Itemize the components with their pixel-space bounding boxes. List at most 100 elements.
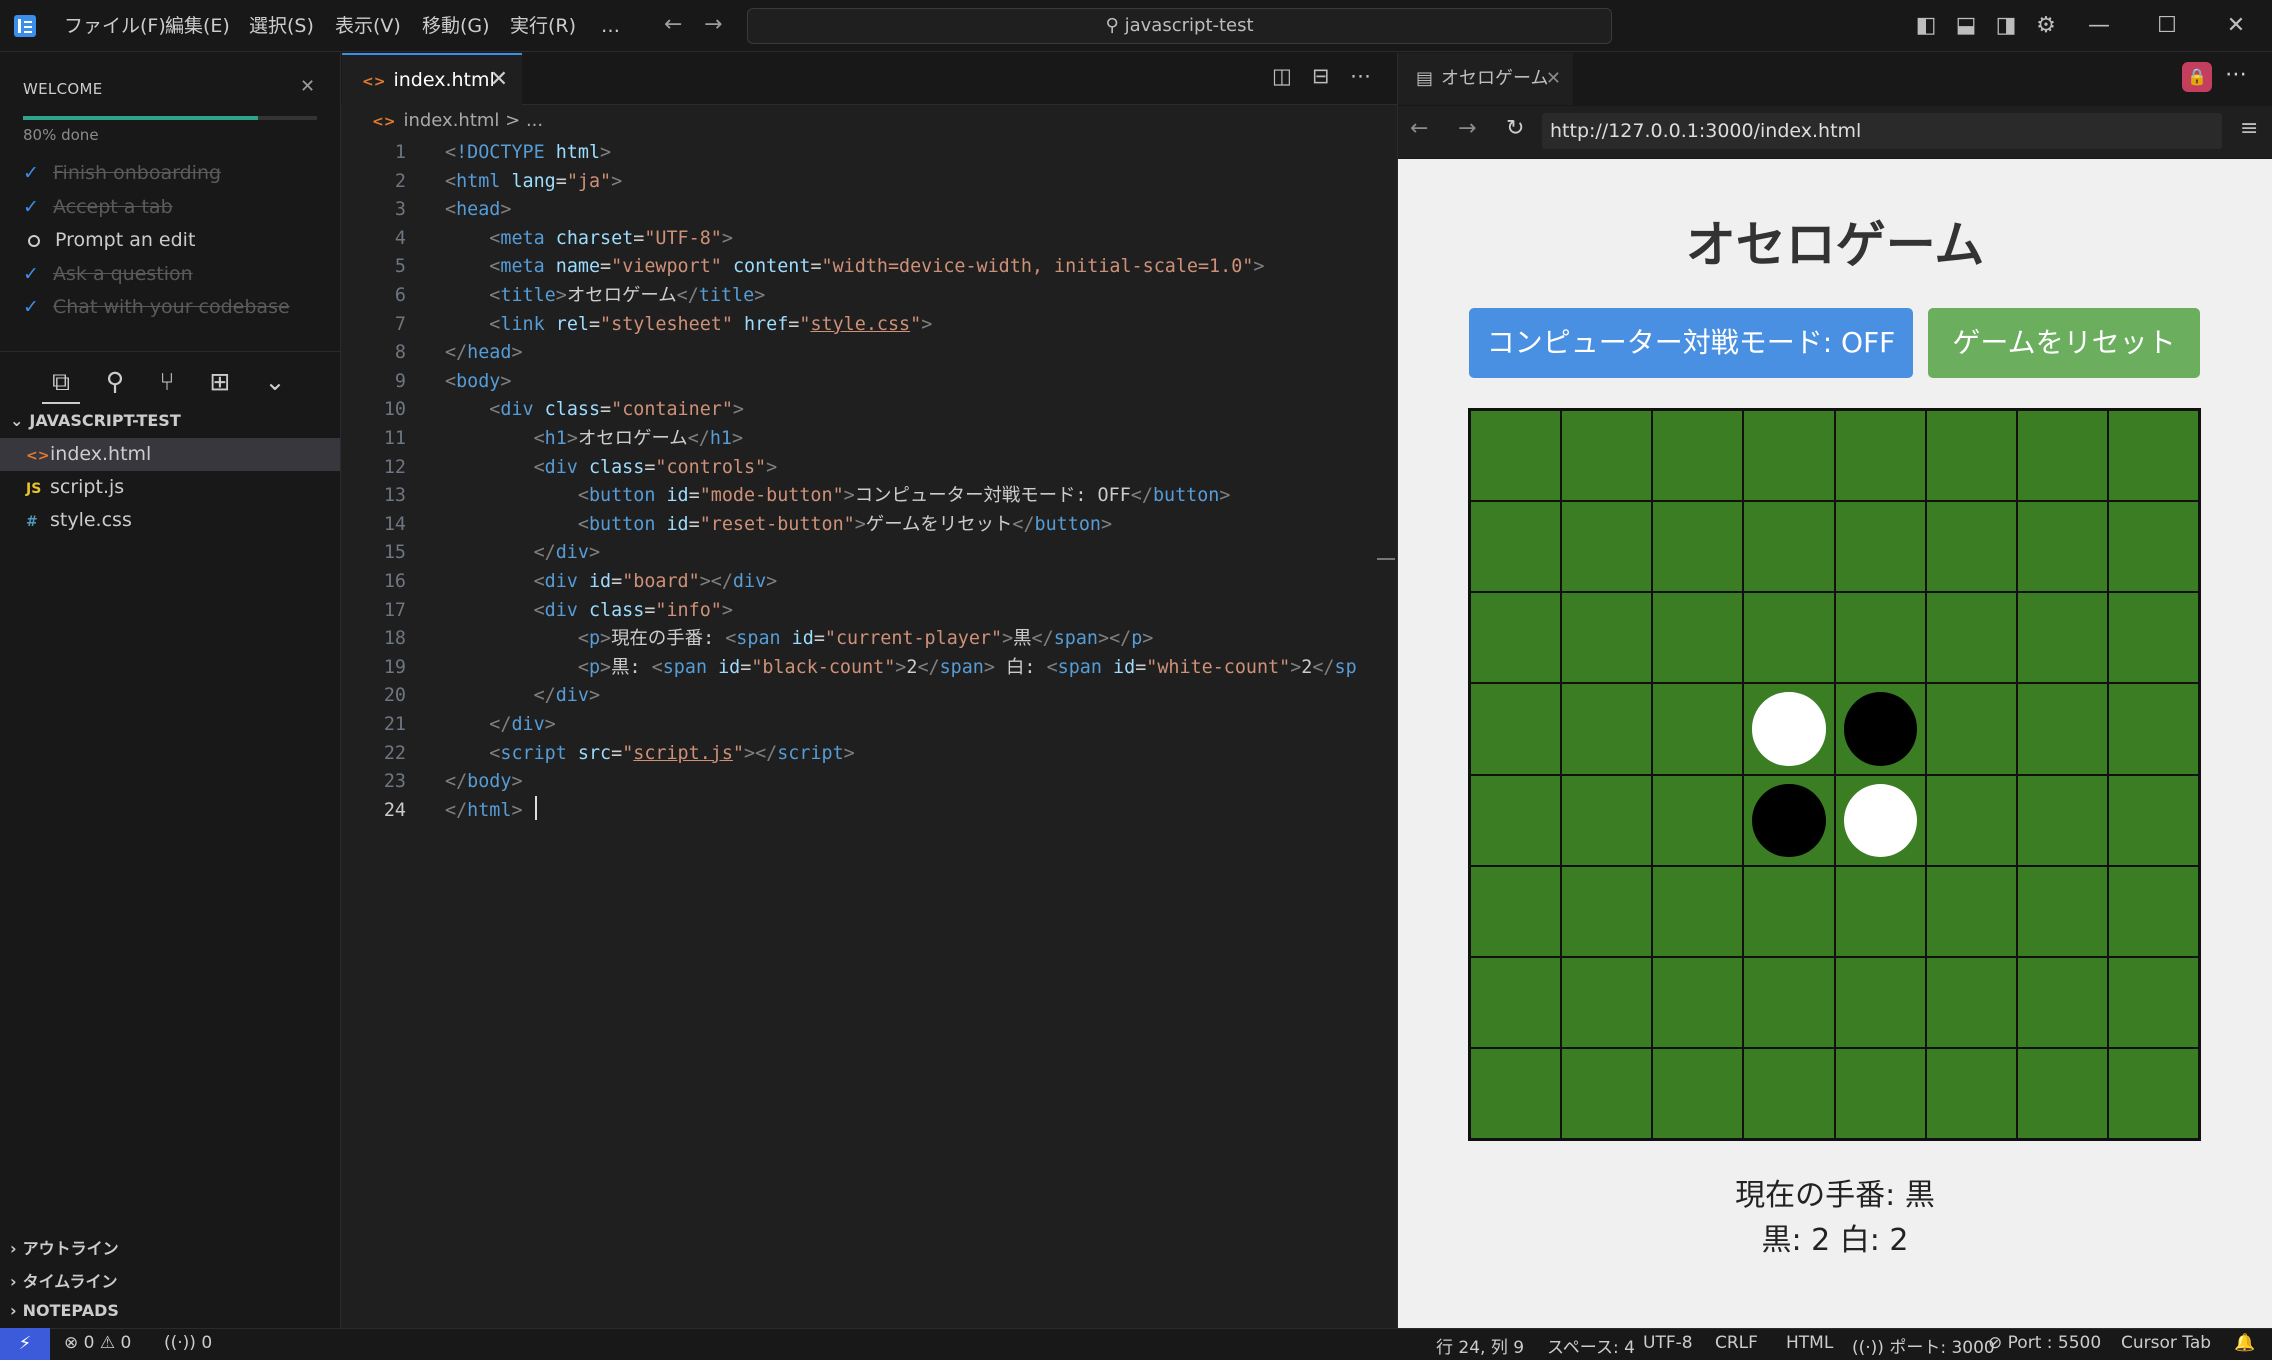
nav-back-icon[interactable]: ← bbox=[664, 12, 682, 37]
board-cell[interactable] bbox=[1652, 683, 1744, 775]
nav-forward-icon[interactable]: → bbox=[704, 12, 722, 37]
chevron-down-icon[interactable]: ⌄ bbox=[257, 364, 293, 400]
board-cell[interactable] bbox=[1925, 1047, 2017, 1139]
board-cell[interactable] bbox=[1470, 774, 1562, 866]
board-cell[interactable] bbox=[1561, 774, 1653, 866]
board-cell[interactable] bbox=[2107, 501, 2199, 593]
outline-panel-header[interactable]: › アウトライン bbox=[10, 1235, 119, 1259]
code-editor[interactable]: 1 <!DOCTYPE html> 2 <html lang="ja"> 3 <hea… bbox=[341, 139, 1397, 821]
menu-file[interactable]: ファイル(F) bbox=[64, 12, 166, 40]
file-style-css[interactable]: # style.css bbox=[0, 504, 340, 537]
board-cell[interactable] bbox=[1743, 956, 1835, 1048]
welcome-close-icon[interactable]: ✕ bbox=[300, 76, 315, 97]
remote-indicator-icon[interactable]: ⚡ bbox=[0, 1328, 50, 1360]
board-cell[interactable] bbox=[1470, 501, 1562, 593]
board-cell[interactable] bbox=[1561, 410, 1653, 502]
close-window-icon[interactable]: ✕ bbox=[2222, 12, 2250, 40]
board-cell[interactable] bbox=[1834, 683, 1926, 775]
board-cell[interactable] bbox=[1652, 501, 1744, 593]
menu-run[interactable]: 実行(R) bbox=[510, 12, 576, 40]
explorer-folder-header[interactable]: ⌄ JAVASCRIPT-TEST bbox=[10, 411, 181, 430]
board-cell[interactable] bbox=[1834, 956, 1926, 1048]
board-cell[interactable] bbox=[1561, 683, 1653, 775]
live-server-port[interactable]: ⊘ Port : 5500 bbox=[1988, 1333, 2101, 1353]
board-cell[interactable] bbox=[1652, 956, 1744, 1048]
open-preview-icon[interactable]: ◫ bbox=[1272, 64, 1292, 88]
board-cell[interactable] bbox=[1925, 501, 2017, 593]
board-cell[interactable] bbox=[1743, 1047, 1835, 1139]
board-cell[interactable] bbox=[1652, 410, 1744, 502]
board-cell[interactable] bbox=[1561, 1047, 1653, 1139]
board-cell[interactable] bbox=[1561, 956, 1653, 1048]
board-cell[interactable] bbox=[1652, 774, 1744, 866]
lock-icon[interactable]: 🔒 bbox=[2182, 62, 2212, 92]
board-cell[interactable] bbox=[2016, 410, 2108, 502]
board-cell[interactable] bbox=[1925, 956, 2017, 1048]
board-cell[interactable] bbox=[1834, 501, 1926, 593]
board-cell[interactable] bbox=[1925, 865, 2017, 957]
board-cell[interactable] bbox=[1743, 410, 1835, 502]
board-cell[interactable] bbox=[1743, 501, 1835, 593]
close-tab-icon[interactable]: ✕ bbox=[1546, 53, 1561, 105]
board-cell[interactable] bbox=[1561, 592, 1653, 684]
board-cell[interactable] bbox=[2107, 865, 2199, 957]
menu-go[interactable]: 移動(G) bbox=[422, 12, 490, 40]
board-cell[interactable] bbox=[1470, 1047, 1562, 1139]
timeline-panel-header[interactable]: › タイムライン bbox=[10, 1268, 117, 1292]
explorer-files-icon[interactable]: ⧉ bbox=[43, 364, 79, 400]
file-script-js[interactable]: JS script.js bbox=[0, 471, 340, 504]
more-actions-icon[interactable]: ⋯ bbox=[2225, 62, 2247, 87]
board-cell[interactable] bbox=[2016, 683, 2108, 775]
welcome-step[interactable]: ✓ Accept a tab bbox=[23, 192, 173, 222]
settings-gear-icon[interactable]: ⚙ bbox=[2032, 12, 2060, 40]
browser-forward-icon[interactable]: → bbox=[1458, 116, 1476, 141]
board-cell[interactable] bbox=[1652, 1047, 1744, 1139]
extensions-icon[interactable]: ⊞ bbox=[202, 364, 238, 400]
board-cell[interactable] bbox=[2016, 774, 2108, 866]
notepads-panel-header[interactable]: › NOTEPADS bbox=[10, 1301, 119, 1320]
scrollbar-marker[interactable] bbox=[1377, 558, 1395, 560]
board-cell[interactable] bbox=[1834, 1047, 1926, 1139]
ports-indicator[interactable]: ((·)) 0 bbox=[164, 1333, 212, 1353]
hamburger-menu-icon[interactable]: ≡ bbox=[2240, 116, 2258, 141]
menu-edit[interactable]: 編集(E) bbox=[165, 12, 230, 40]
menu-more[interactable]: … bbox=[601, 12, 620, 40]
board-cell[interactable] bbox=[2016, 592, 2108, 684]
toggle-secondary-sidebar-icon[interactable]: ◨ bbox=[1992, 12, 2020, 40]
board-cell[interactable] bbox=[1470, 410, 1562, 502]
close-tab-icon[interactable]: ✕ bbox=[490, 55, 508, 105]
reload-icon[interactable]: ↻ bbox=[1506, 116, 1524, 141]
browser-back-icon[interactable]: ← bbox=[1410, 116, 1428, 141]
board-cell[interactable] bbox=[1561, 501, 1653, 593]
line-ending[interactable]: CRLF bbox=[1715, 1333, 1758, 1353]
minimize-icon[interactable]: — bbox=[2085, 12, 2113, 40]
more-actions-icon[interactable]: ⋯ bbox=[1350, 64, 1371, 88]
welcome-step[interactable]: ✓ Chat with your codebase bbox=[23, 292, 290, 322]
toggle-primary-sidebar-icon[interactable]: ◧ bbox=[1912, 12, 1940, 40]
board-cell[interactable] bbox=[1470, 956, 1562, 1048]
indentation[interactable]: スペース: 4 bbox=[1547, 1333, 1635, 1358]
board-cell[interactable] bbox=[2107, 592, 2199, 684]
board-cell[interactable] bbox=[1743, 774, 1835, 866]
board-cell[interactable] bbox=[2016, 1047, 2108, 1139]
board-cell[interactable] bbox=[1470, 865, 1562, 957]
board-cell[interactable] bbox=[2016, 501, 2108, 593]
command-center-search[interactable]: ⚲ javascript-test bbox=[747, 8, 1612, 44]
menu-view[interactable]: 表示(V) bbox=[335, 12, 401, 40]
cursor-tab[interactable]: Cursor Tab bbox=[2121, 1333, 2211, 1353]
board-cell[interactable] bbox=[1561, 865, 1653, 957]
board-cell[interactable] bbox=[1834, 410, 1926, 502]
board-cell[interactable] bbox=[2016, 865, 2108, 957]
board-cell[interactable] bbox=[1743, 865, 1835, 957]
mode-button[interactable]: コンピューター対戦モード: OFF bbox=[1469, 308, 1913, 378]
problems-indicator[interactable]: ⊗ 0 ⚠ 0 bbox=[64, 1333, 131, 1353]
board-cell[interactable] bbox=[1834, 774, 1926, 866]
board-cell[interactable] bbox=[2107, 410, 2199, 502]
board-cell[interactable] bbox=[1652, 592, 1744, 684]
board-cell[interactable] bbox=[2107, 774, 2199, 866]
menu-selection[interactable]: 選択(S) bbox=[249, 12, 314, 40]
welcome-step[interactable]: ✓ Ask a question bbox=[23, 259, 193, 289]
board-cell[interactable] bbox=[1470, 592, 1562, 684]
toggle-panel-icon[interactable]: ⬓ bbox=[1952, 12, 1980, 40]
board-cell[interactable] bbox=[1743, 683, 1835, 775]
